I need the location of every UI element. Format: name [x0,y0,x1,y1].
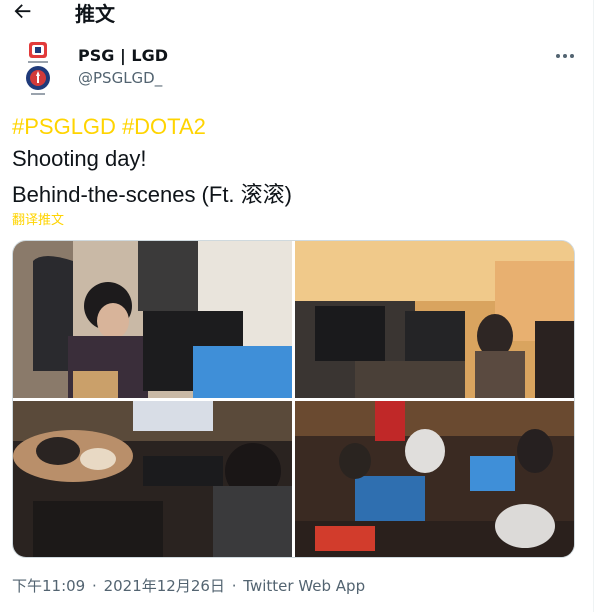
tweet-text-line-2: Behind-the-scenes (Ft. 滚滚) [12,182,292,207]
photo-3[interactable] [13,401,292,557]
psg-lgd-logo-icon [26,42,50,95]
separator: · [92,577,97,595]
tweet-time[interactable]: 下午11:09 [12,577,85,595]
back-button[interactable] [12,0,36,22]
arrow-left-icon [14,4,31,19]
separator: · [231,577,237,595]
user-display-name[interactable]: PSG | LGD [78,46,168,65]
tweet-meta: 下午11:09 · 2021年12月26日 · Twitter Web App [12,575,365,596]
translate-tweet-link[interactable]: 翻译推文 [12,209,64,228]
avatar[interactable] [18,40,58,98]
hashtag-psglgd[interactable]: #PSGLGD [12,114,116,139]
user-handle[interactable]: @PSGLGD_ [78,69,162,87]
photo-gaming-room [295,241,574,398]
photo-4[interactable] [295,401,574,557]
photo-player-at-monitor [13,241,292,398]
photo-team-playing [295,401,574,557]
page-title: 推文 [75,2,115,26]
tweet-date[interactable]: 2021年12月26日 [104,577,225,595]
column-divider [593,0,594,612]
header: 推文 [0,0,599,26]
photo-2[interactable] [295,241,574,398]
more-button[interactable] [552,46,578,66]
media-grid [12,240,575,558]
hashtag-line: #PSGLGD #DOTA2 [12,114,212,140]
photo-cat-on-desk [13,401,292,557]
photo-1[interactable] [13,241,292,398]
more-horizontal-icon [556,54,574,58]
tweet-source[interactable]: Twitter Web App [243,577,365,595]
tweet-text-line-1: Shooting day! [12,146,147,171]
hashtag-dota2[interactable]: #DOTA2 [122,114,206,139]
